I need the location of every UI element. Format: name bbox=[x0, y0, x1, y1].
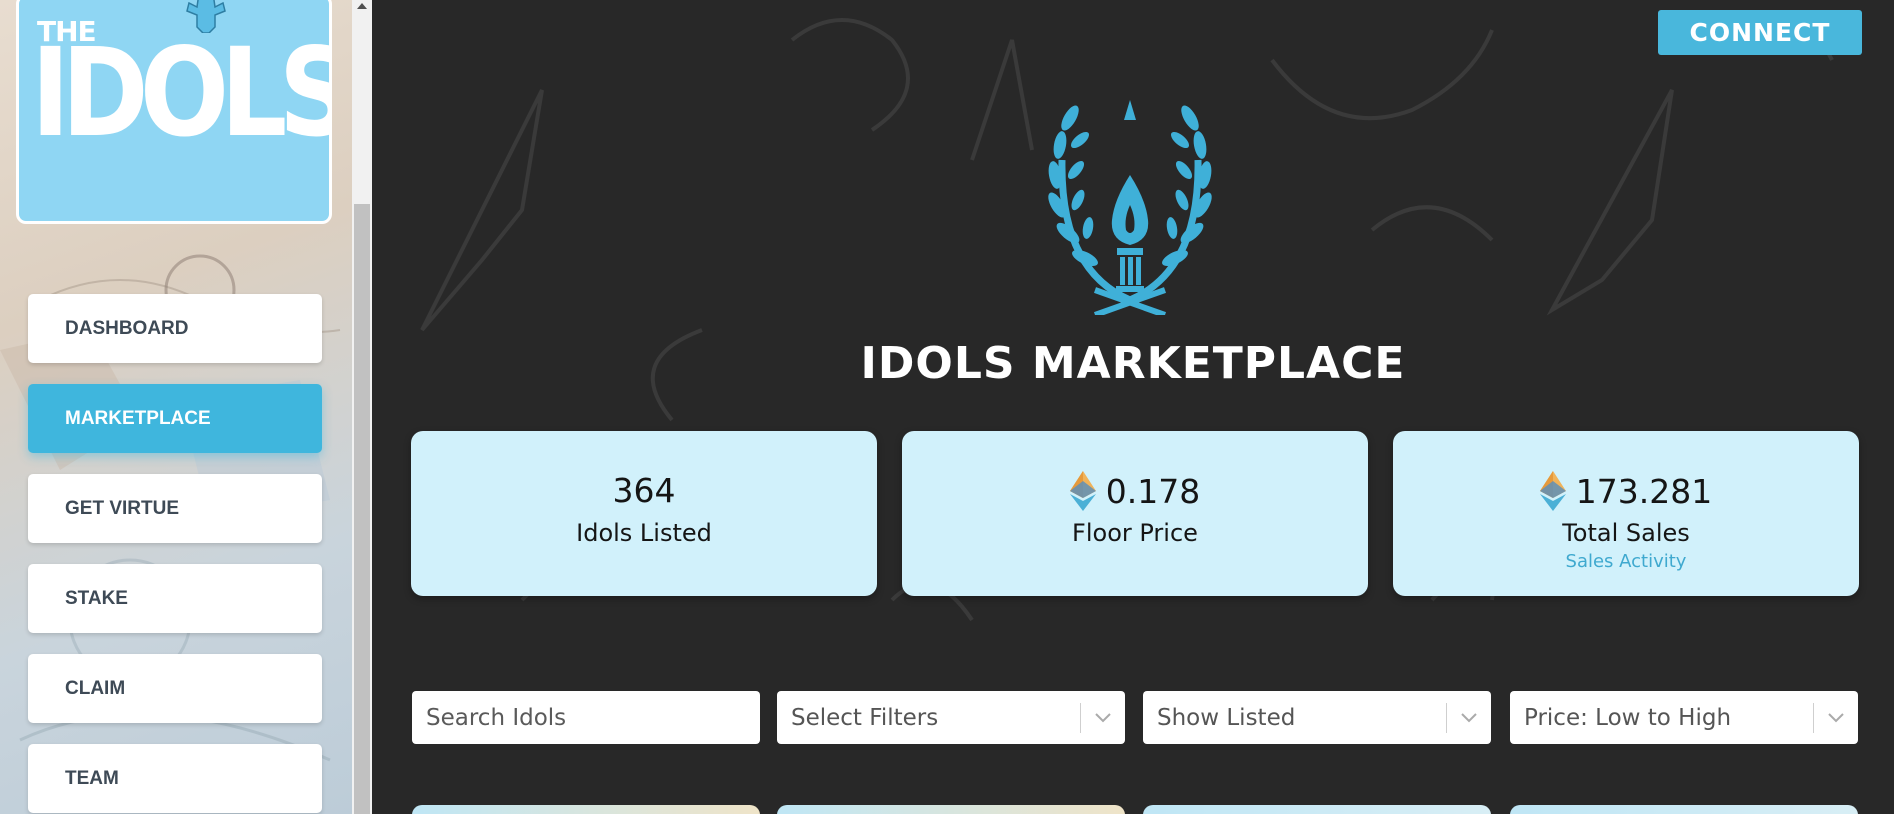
sidebar-item-dashboard[interactable]: DASHBOARD bbox=[28, 294, 322, 363]
stat-label: Total Sales bbox=[1562, 519, 1690, 547]
floor-price-value: 0.178 bbox=[1105, 471, 1201, 511]
sidebar-item-label: TEAM bbox=[65, 767, 119, 789]
stat-value: 364 bbox=[411, 471, 877, 510]
show-listed-dropdown[interactable]: Show Listed bbox=[1143, 691, 1491, 744]
search-input[interactable] bbox=[412, 691, 760, 744]
stat-value: 173.281 bbox=[1393, 471, 1859, 511]
ethereum-icon bbox=[1539, 471, 1566, 511]
stat-card-floor-price: 0.178 Floor Price bbox=[902, 431, 1368, 596]
sidebar-item-label: MARKETPLACE bbox=[65, 407, 211, 429]
stat-value: 0.178 bbox=[902, 471, 1368, 511]
stat-label: Idols Listed bbox=[576, 519, 712, 547]
idols-listed-count: 364 bbox=[612, 471, 676, 510]
stat-label: Floor Price bbox=[1072, 519, 1198, 547]
scroll-up-arrow-icon[interactable] bbox=[357, 3, 367, 9]
sidebar: THE IDOLS DASHBOARD MARKETPLACE GET VIRT… bbox=[0, 0, 372, 814]
idols-logo[interactable]: THE IDOLS bbox=[16, 0, 332, 224]
sidebar-item-label: GET VIRTUE bbox=[65, 497, 180, 519]
ethereum-icon bbox=[1069, 471, 1096, 511]
chevron-down-icon[interactable] bbox=[1447, 712, 1491, 723]
stat-card-total-sales: 173.281 Total Sales Sales Activity bbox=[1393, 431, 1859, 596]
total-sales-value: 173.281 bbox=[1575, 471, 1713, 511]
sidebar-item-label: DASHBOARD bbox=[65, 317, 189, 339]
select-filters-value: Select Filters bbox=[791, 704, 939, 731]
laurel-torch-emblem-icon bbox=[1048, 100, 1212, 315]
chevron-down-icon[interactable] bbox=[1081, 712, 1125, 723]
sort-value: Price: Low to High bbox=[1524, 704, 1732, 731]
chevron-down-icon[interactable] bbox=[1814, 712, 1858, 723]
main-content: CONNECT IDOLS MARKETPLACE 364 Idols List… bbox=[372, 0, 1894, 814]
stat-card-idols-listed: 364 Idols Listed bbox=[411, 431, 877, 596]
sales-activity-link[interactable]: Sales Activity bbox=[1393, 551, 1859, 572]
scrollbar-thumb[interactable] bbox=[354, 204, 370, 814]
sidebar-item-stake[interactable]: STAKE bbox=[28, 564, 322, 633]
sidebar-item-get-virtue[interactable]: GET VIRTUE bbox=[28, 474, 322, 543]
show-listed-value: Show Listed bbox=[1157, 704, 1296, 731]
sidebar-item-team[interactable]: TEAM bbox=[28, 744, 322, 813]
idol-card[interactable] bbox=[1510, 805, 1858, 814]
page-title: IDOLS MARKETPLACE bbox=[860, 338, 1406, 389]
sidebar-item-label: STAKE bbox=[65, 587, 128, 609]
idol-card[interactable] bbox=[1143, 805, 1491, 814]
idol-card[interactable] bbox=[777, 805, 1125, 814]
idol-card[interactable] bbox=[412, 805, 760, 814]
sidebar-scrollbar[interactable] bbox=[352, 0, 372, 814]
sidebar-item-label: CLAIM bbox=[65, 677, 126, 699]
select-filters-dropdown[interactable]: Select Filters bbox=[777, 691, 1125, 744]
sort-dropdown[interactable]: Price: Low to High bbox=[1510, 691, 1858, 744]
sidebar-item-marketplace[interactable]: MARKETPLACE bbox=[28, 384, 322, 453]
sidebar-item-claim[interactable]: CLAIM bbox=[28, 654, 322, 723]
connect-button[interactable]: CONNECT bbox=[1658, 10, 1862, 55]
logo-idols-text: IDOLS bbox=[31, 22, 332, 164]
